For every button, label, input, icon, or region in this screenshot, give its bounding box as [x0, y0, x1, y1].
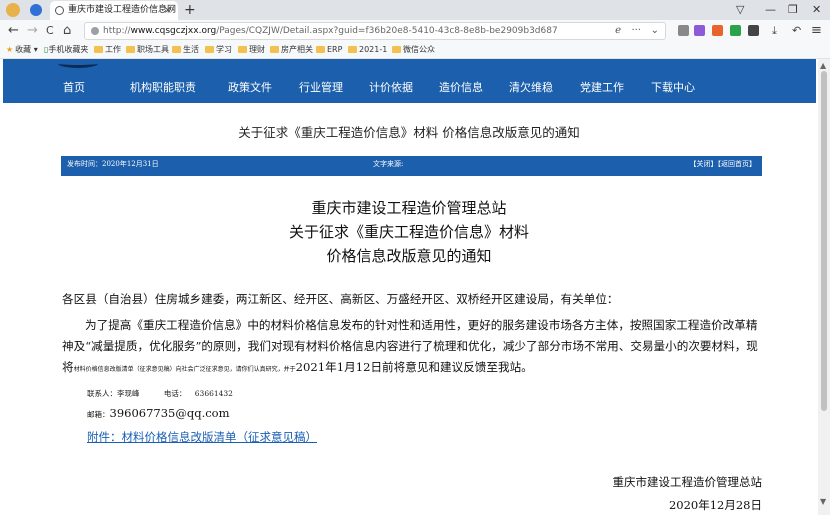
extension-icon[interactable] — [694, 25, 705, 36]
address-bar[interactable]: http://www.cqsgczjxx.org/Pages/CQZJW/Det… — [84, 22, 666, 40]
menu-item-downloads[interactable]: 下载中心 — [651, 59, 695, 103]
main-paragraph: 为了提高《重庆工程造价信息》中的材料价格信息发布的针对性和适用性，更好的服务建设… — [62, 315, 764, 380]
bookmark-mobile[interactable]: ▯手机收藏夹 — [44, 42, 88, 58]
folder-icon — [348, 46, 357, 53]
folder-icon — [172, 46, 181, 53]
new-tab-button[interactable]: + — [184, 0, 196, 20]
bookmarks-bar: ★ 收藏 ▾ ▯手机收藏夹 工作 职场工具 生活 学习 理财 房产相关 ERP 2… — [0, 42, 830, 59]
contact-phone: 63661432 — [194, 389, 233, 398]
bookmark-folder[interactable]: 微信公众 — [392, 42, 435, 58]
folder-icon — [94, 46, 103, 53]
undo-icon[interactable]: ↶ — [792, 20, 801, 42]
folder-icon — [270, 46, 279, 53]
browser-tab[interactable]: 重庆市建设工程造价信息网 × — [50, 1, 178, 20]
menu-item-pricing-basis[interactable]: 计价依据 — [369, 59, 413, 103]
folder-icon — [126, 46, 135, 53]
email-line: 邮箱：396067735@qq.com — [87, 406, 230, 420]
browser-tab-bar: 重庆市建设工程造价信息网 × + ▽ — ❐ ✕ — [0, 0, 830, 20]
scroll-down-icon[interactable]: ▼ — [820, 497, 826, 506]
user-avatar-icon[interactable] — [6, 3, 20, 17]
minimize-button[interactable]: — — [765, 0, 776, 20]
shield-icon[interactable] — [30, 4, 42, 16]
bookmark-folder[interactable]: 2021-1 — [348, 42, 387, 58]
page-title: 关于征求《重庆工程造价信息》材料 价格信息改版意见的通知 — [238, 125, 580, 140]
wechat-icon[interactable] — [730, 25, 741, 36]
game-icon[interactable] — [712, 25, 723, 36]
globe-icon — [55, 6, 64, 15]
download-icon[interactable]: ⤓ — [772, 20, 777, 42]
publish-time: 发布时间：2020年12月31日 — [67, 160, 159, 168]
bookmark-folder[interactable]: 职场工具 — [126, 42, 169, 58]
forward-button[interactable]: → — [27, 20, 38, 42]
site-header: 首页 机构职能职责 政策文件 行业管理 计价依据 造价信息 清欠维稳 党建工作 … — [3, 59, 816, 103]
menu-item-policy[interactable]: 政策文件 — [228, 59, 272, 103]
contact-line: 联系人：李现峰 电话： 63661432 — [87, 388, 233, 399]
menu-icon[interactable]: ≡ — [811, 20, 822, 42]
menu-item-debt-clearing[interactable]: 清欠维稳 — [509, 59, 553, 103]
scroll-up-icon[interactable]: ▲ — [820, 61, 826, 70]
contact-phone-label: 电话： — [163, 389, 187, 398]
article-info-bar: 发布时间：2020年12月31日 文字来源: 【关闭】【返回首页】 — [61, 156, 762, 176]
main-paragraph-end: 2021年1月12日前将意见和建议反馈至我站。 — [295, 360, 533, 374]
close-return-links[interactable]: 【关闭】【返回首页】 — [690, 156, 757, 173]
folder-icon — [238, 46, 247, 53]
bookmark-favorites[interactable]: ★ 收藏 ▾ — [6, 42, 38, 58]
tab-title: 重庆市建设工程造价信息网 — [68, 5, 177, 15]
home-button[interactable]: ⌂ — [63, 20, 71, 42]
ie-mode-icon[interactable]: ℯ — [615, 23, 621, 39]
reload-button[interactable]: C — [46, 20, 54, 42]
text-source: 文字来源: — [373, 160, 404, 168]
menu-item-industry[interactable]: 行业管理 — [299, 59, 343, 103]
site-info-icon[interactable] — [91, 27, 99, 35]
contact-person: 联系人：李现峰 — [87, 389, 140, 398]
bookmark-folder[interactable]: 生活 — [172, 42, 199, 58]
folder-icon — [205, 46, 214, 53]
bookmark-folder[interactable]: 理财 — [238, 42, 265, 58]
heading-line-2: 关于征求《重庆工程造价信息》材料 — [288, 223, 529, 241]
scissors-icon[interactable] — [678, 25, 689, 36]
email-address[interactable]: 396067735@qq.com — [110, 406, 230, 420]
apps-icon[interactable] — [748, 25, 759, 36]
page-scrollbar[interactable]: ▲ ▼ — [818, 59, 830, 515]
folder-icon — [316, 46, 325, 53]
heading-line-3: 价格信息改版意见的通知 — [326, 247, 492, 265]
browser-toolbar: ← → C ⌂ http://www.cqsgczjxx.org/Pages/C… — [0, 20, 830, 43]
bookmark-folder[interactable]: 学习 — [205, 42, 232, 58]
web-page: 首页 机构职能职责 政策文件 行业管理 计价依据 造价信息 清欠维稳 党建工作 … — [0, 59, 818, 515]
menu-item-home[interactable]: 首页 — [63, 59, 85, 103]
tab-list-icon[interactable]: ▽ — [736, 0, 744, 20]
bookmark-folder[interactable]: 工作 — [94, 42, 121, 58]
tab-close-icon[interactable]: × — [164, 1, 172, 20]
menu-item-functions[interactable]: 机构职能职责 — [130, 59, 196, 103]
menu-item-cost-info[interactable]: 造价信息 — [439, 59, 483, 103]
bookmark-folder[interactable]: 房产相关 — [270, 42, 313, 58]
more-options-icon[interactable]: ··· — [631, 23, 641, 39]
folder-icon — [392, 46, 401, 53]
menu-item-party-building[interactable]: 党建工作 — [580, 59, 624, 103]
attachment-link[interactable]: 附件：材料价格信息改版清单（征求意见稿） — [87, 429, 317, 445]
url-text: http://www.cqsgczjxx.org/Pages/CQZJW/Det… — [103, 26, 558, 36]
star-icon: ★ — [6, 45, 14, 54]
main-paragraph-small: 材料价格信息改版清单（征求意见稿）向社会广泛征求意见，请你们认真研究，并于 — [73, 366, 296, 373]
maximize-button[interactable]: ❐ — [788, 0, 798, 20]
email-label: 邮箱： — [87, 410, 110, 419]
dropdown-icon[interactable]: ⌄ — [651, 23, 659, 39]
close-window-button[interactable]: ✕ — [812, 0, 821, 20]
scrollbar-thumb[interactable] — [821, 71, 827, 411]
bookmark-folder[interactable]: ERP — [316, 42, 342, 58]
back-button[interactable]: ← — [8, 20, 19, 42]
signature: 重庆市建设工程造价管理总站 — [612, 475, 763, 489]
heading-line-1: 重庆市建设工程造价管理总站 — [311, 199, 507, 217]
signature-date: 2020年12月28日 — [668, 498, 762, 512]
salutation: 各区县（自治县）住房城乡建委，两江新区、经开区、高新区、万盛经开区、双桥经开区建… — [62, 292, 619, 306]
